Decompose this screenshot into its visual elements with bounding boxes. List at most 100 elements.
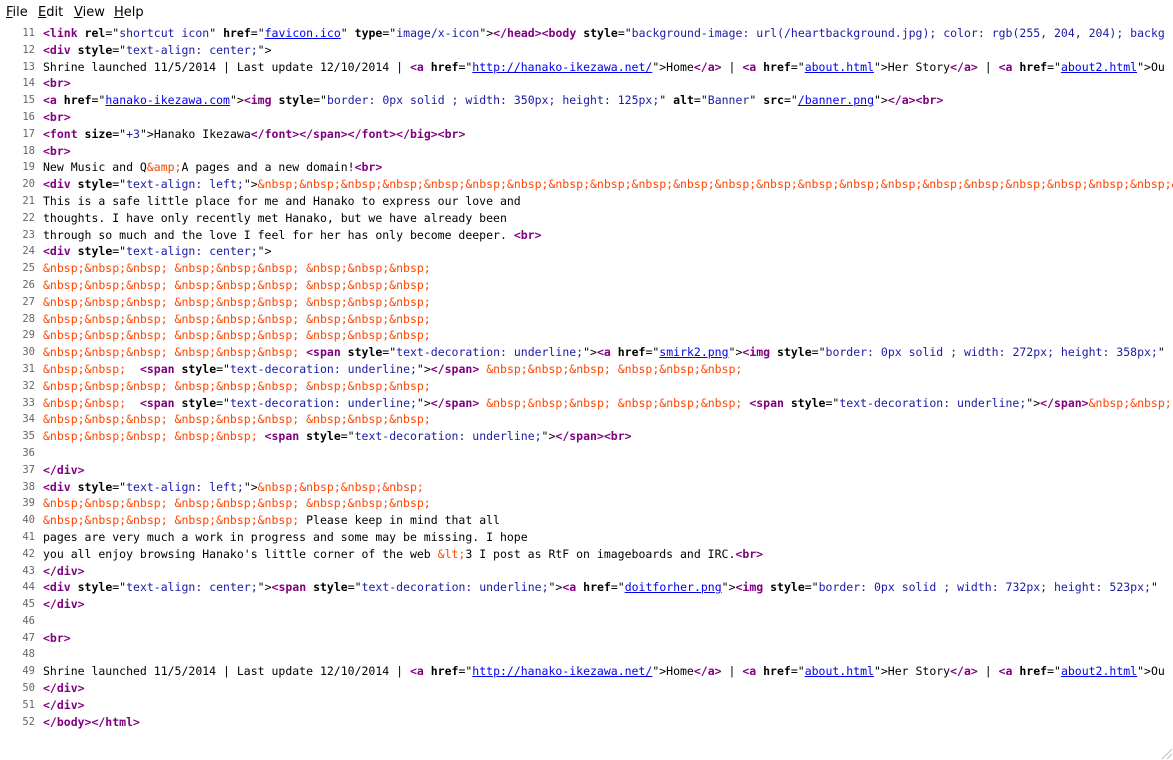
line-number: 47 [22, 631, 35, 644]
source-text: "> [243, 479, 258, 494]
html-tag: <a [998, 59, 1020, 74]
attribute-name: style [790, 395, 826, 410]
source-text: "> [243, 177, 258, 192]
menu-file[interactable]: File [6, 5, 28, 20]
line-code: <br> [43, 630, 71, 647]
line-number: 49 [22, 665, 35, 678]
source-text: =" [1047, 59, 1061, 74]
source-link[interactable]: doitforher.png [625, 580, 722, 594]
line-code: This is a safe little place for me and H… [43, 193, 521, 210]
source-link[interactable]: smirk2.png [659, 345, 728, 359]
source-link[interactable]: hanako-ikezawa.com [105, 93, 230, 107]
source-line: 34 &nbsp;&nbsp;&nbsp; &nbsp;&nbsp;&nbsp; … [0, 411, 1173, 428]
source-text: =" [250, 26, 265, 40]
menu-edit[interactable]: Edit [38, 5, 63, 20]
html-entity: &nbsp;&nbsp;&nbsp;&nbsp;&nbsp;&nbsp;&nbs… [257, 177, 1173, 192]
attribute-name: style [306, 429, 341, 444]
source-link[interactable]: favicon.ico [265, 26, 341, 40]
source-text: This is a safe little place for me and H… [43, 193, 521, 208]
line-code: &nbsp;&nbsp; <span style="text-decoratio… [43, 395, 1172, 412]
source-link[interactable]: about.html [805, 60, 874, 74]
source-link[interactable]: http://hanako-ikezawa.net/ [472, 664, 652, 678]
source-line: 47 <br> [0, 630, 1173, 647]
line-number: 39 [22, 497, 35, 510]
html-tag: <br> [43, 109, 71, 124]
attribute-name: href [430, 664, 459, 679]
line-code: &nbsp;&nbsp;&nbsp; &nbsp;&nbsp; <span st… [43, 428, 632, 445]
line-number: 43 [22, 564, 35, 577]
line-number: 25 [22, 262, 35, 275]
source-line: 22 thoughts. I have only recently met Han… [0, 210, 1173, 227]
attribute-name: style [777, 345, 812, 360]
line-code: &nbsp;&nbsp;&nbsp; &nbsp;&nbsp;&nbsp; &n… [43, 294, 431, 311]
source-text: | [977, 664, 999, 679]
line-number: 15 [22, 94, 35, 107]
source-text: "> [548, 580, 563, 595]
line-number: 16 [22, 110, 35, 123]
line-code: <br> [43, 75, 71, 92]
attribute-value: image/x-icon [396, 26, 480, 40]
source-line: 51 </div> [0, 697, 1173, 714]
attribute-name: alt [673, 93, 694, 108]
menu-bar: File Edit View Help [0, 0, 1173, 24]
html-tag: </span> [430, 395, 480, 410]
html-tag: <a [562, 580, 584, 595]
html-tag: <span [139, 395, 182, 410]
source-link[interactable]: about2.html [1061, 664, 1137, 678]
html-tag: <div [43, 177, 78, 192]
attribute-name: style [313, 580, 348, 595]
source-line: 36 [0, 445, 1173, 462]
source-line: 30 &nbsp;&nbsp;&nbsp; &nbsp;&nbsp;&nbsp; … [0, 344, 1173, 361]
attribute-name: style [77, 42, 113, 57]
source-line: 29 &nbsp;&nbsp;&nbsp; &nbsp;&nbsp;&nbsp; … [0, 327, 1173, 344]
source-line: 35 &nbsp;&nbsp;&nbsp; &nbsp;&nbsp; <span … [0, 428, 1173, 445]
html-tag: <span [139, 361, 182, 376]
html-tag: <span [749, 395, 791, 410]
source-text: "> [257, 42, 272, 57]
source-link[interactable]: about.html [805, 664, 874, 678]
line-code: Shrine launched 11/5/2014 | Last update … [43, 663, 1165, 680]
source-text: "> [728, 345, 743, 360]
line-code: <div style="text-align: center;"><span s… [43, 579, 1158, 596]
html-tag: </div> [43, 681, 85, 696]
source-text: =" [811, 345, 826, 360]
line-number: 23 [22, 228, 35, 241]
html-tag: <a [596, 345, 618, 360]
html-tag: <font [43, 126, 85, 141]
html-entity: &nbsp;&nbsp;&nbsp; &nbsp;&nbsp;&nbsp; &n… [43, 311, 431, 326]
source-text: " [749, 93, 764, 108]
source-link[interactable]: http://hanako-ikezawa.net/ [472, 60, 652, 74]
html-tag: <a [43, 93, 64, 108]
attribute-name: href [763, 664, 791, 679]
source-text: =" [313, 93, 327, 108]
source-link[interactable]: /banner.png [798, 93, 874, 107]
source-text: ">Home [652, 59, 694, 74]
resize-grip-icon[interactable] [1159, 746, 1173, 760]
line-number: 27 [22, 295, 35, 308]
html-tag: <div [43, 580, 78, 595]
html-entity: &nbsp;&nbsp;&nbsp;&nbsp; [257, 479, 424, 494]
html-tag: <a [409, 59, 431, 74]
source-view[interactable]: 11 <link rel="shortcut icon" href="favico… [0, 25, 1173, 745]
line-number: 11 [22, 27, 35, 39]
source-line: 38 <div style="text-align: left;">&nbsp;&… [0, 479, 1173, 496]
line-code: &nbsp;&nbsp;&nbsp; &nbsp;&nbsp;&nbsp; &n… [43, 277, 431, 294]
source-text: ">Home [652, 664, 694, 679]
menu-view[interactable]: View [74, 5, 105, 20]
attribute-value: text-decoration: underline; [361, 580, 549, 595]
attribute-name: href [430, 59, 459, 74]
source-text [126, 396, 140, 410]
attribute-name: type [354, 26, 383, 40]
line-code: <div style="text-align: center;"> [43, 42, 272, 59]
attribute-value: text-align: left; [126, 177, 244, 192]
source-line: 27 &nbsp;&nbsp;&nbsp; &nbsp;&nbsp;&nbsp; … [0, 294, 1173, 311]
html-tag: <div [43, 479, 78, 494]
menu-help[interactable]: Help [114, 5, 144, 20]
source-link[interactable]: about2.html [1061, 60, 1137, 74]
line-number: 33 [22, 396, 35, 409]
line-number: 30 [22, 346, 35, 359]
line-number: 46 [22, 614, 35, 627]
line-code: <div style="text-align: left;">&nbsp;&nb… [43, 176, 1173, 193]
source-line: 26 &nbsp;&nbsp;&nbsp; &nbsp;&nbsp;&nbsp; … [0, 277, 1173, 294]
source-text: Shrine launched 11/5/2014 | Last update … [43, 664, 410, 679]
